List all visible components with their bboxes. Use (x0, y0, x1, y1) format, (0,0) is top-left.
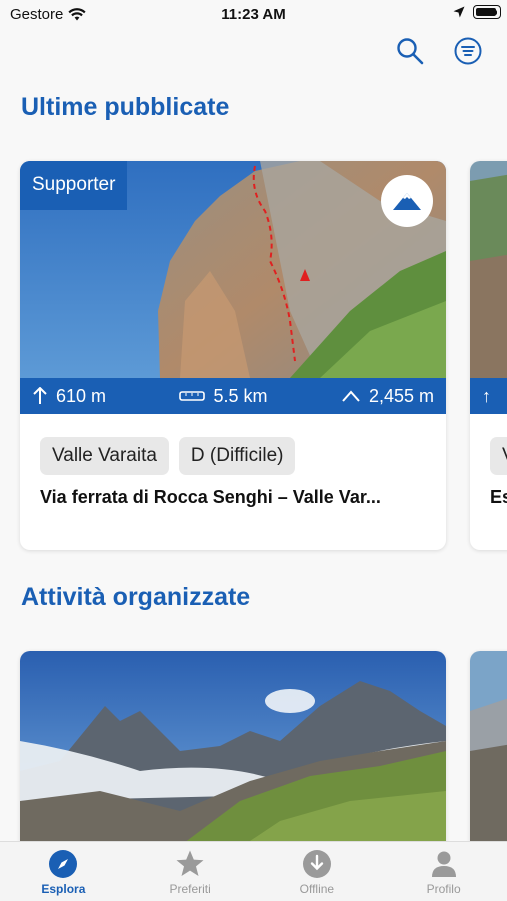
chevron-up-icon (342, 390, 360, 402)
route-photo-next (470, 161, 507, 378)
route-card[interactable]: Supporter 610 m 5.5 km 2,455 m Valle Var… (20, 161, 446, 550)
activity-photo-next (470, 651, 507, 861)
route-title-next: Es (490, 487, 507, 507)
download-icon (302, 850, 331, 878)
tab-offline[interactable]: Offline (254, 842, 381, 901)
status-right (453, 5, 501, 19)
tab-explore[interactable]: Esplora (0, 842, 127, 901)
tab-label-profile: Profilo (426, 882, 461, 896)
distance-stat: 5.5 km (179, 385, 268, 407)
search-icon[interactable] (396, 37, 424, 65)
tag-region-next: V (490, 437, 507, 475)
tab-label-explore: Esplora (41, 882, 86, 896)
route-tags: Valle Varaita D (Difficile) (40, 437, 296, 475)
tag-region: Valle Varaita (40, 437, 169, 475)
section-title-latest: Ultime pubblicate (21, 93, 230, 121)
star-icon (176, 850, 204, 876)
battery-icon (473, 5, 501, 19)
distance-value: 5.5 km (213, 385, 268, 406)
mountain-icon (393, 193, 421, 210)
tab-label-offline: Offline (299, 882, 335, 896)
elevation-stat: 610 m (32, 386, 106, 407)
ruler-icon (179, 391, 206, 401)
altitude-value: 2,455 m (368, 385, 434, 406)
clock: 11:23 AM (221, 6, 286, 23)
compass-icon (49, 850, 78, 878)
section-title-organized: Attività organizzate (21, 583, 251, 611)
activity-card[interactable] (20, 651, 446, 861)
status-bar: Gestore 11:23 AM (0, 0, 507, 30)
location-arrow-icon (453, 6, 465, 18)
elevation-value: 610 m (56, 385, 107, 406)
tab-favorites[interactable]: Preferiti (127, 842, 254, 901)
route-stats: 610 m 5.5 km 2,455 m (20, 378, 446, 414)
altitude-stat: 2,455 m (341, 386, 434, 407)
category-badge (381, 175, 433, 227)
header-actions (396, 37, 482, 65)
elevation-value-next: ↑ (482, 385, 491, 406)
activity-photo (20, 651, 446, 861)
route-stats-next: ↑ (470, 378, 507, 414)
route-card-next[interactable]: ↑ V Es (470, 161, 507, 550)
tab-bar: Esplora Preferiti Offline Profilo (0, 841, 507, 901)
tab-label-favorites: Preferiti (169, 882, 211, 896)
activity-card-next[interactable] (470, 651, 507, 861)
arrow-up-icon (33, 387, 47, 404)
route-title: Via ferrata di Rocca Senghi – Valle Var.… (40, 487, 381, 507)
filter-icon[interactable] (454, 37, 482, 65)
tab-profile[interactable]: Profilo (380, 842, 507, 901)
person-icon (431, 851, 456, 877)
supporter-badge: Supporter (20, 161, 128, 210)
tag-difficulty: D (Difficile) (178, 437, 296, 475)
